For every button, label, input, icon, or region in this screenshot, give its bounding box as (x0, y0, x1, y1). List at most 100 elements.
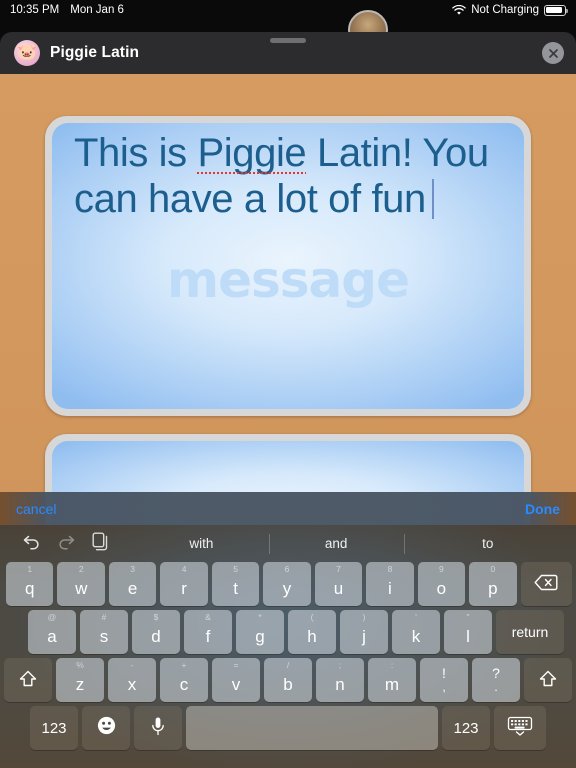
key-s[interactable]: # s (80, 610, 128, 654)
key-h[interactable]: (h (288, 610, 336, 654)
key-k[interactable]: ' k (392, 610, 440, 654)
app-icon: 🐷 (14, 40, 40, 66)
key-exclamation-comma[interactable]: !, (420, 658, 468, 702)
suggestion-item[interactable]: and (269, 536, 404, 551)
status-time: 10:35 PM (10, 4, 60, 16)
key-label-bottom: , (442, 680, 446, 695)
key-label: s (99, 627, 109, 646)
backspace-key[interactable] (520, 562, 572, 606)
key-hint: 5 (233, 564, 238, 574)
key-label: w (75, 579, 88, 598)
key-p[interactable]: 0p (469, 562, 517, 606)
key-hint: & (205, 612, 211, 622)
emoji-icon (96, 715, 117, 741)
key-hint: + (181, 660, 187, 670)
text-segment-before: This is (74, 131, 198, 175)
misspelled-word[interactable]: Piggie (197, 131, 306, 175)
space-key[interactable] (186, 706, 438, 750)
emoji-key[interactable] (82, 706, 130, 750)
key-c[interactable]: + c (160, 658, 208, 702)
key-f[interactable]: & f (184, 610, 232, 654)
key-label: n (335, 675, 345, 694)
key-label-top: ! (442, 665, 446, 682)
key-hint: ; (338, 660, 342, 670)
key-hint: 7 (336, 564, 341, 574)
microphone-key[interactable] (134, 706, 182, 750)
battery-icon (544, 4, 569, 16)
key-v[interactable]: = v (212, 658, 260, 702)
key-o[interactable]: 9o (417, 562, 466, 606)
keyboard-dismiss-key[interactable] (494, 706, 546, 750)
key-g[interactable]: * g (236, 610, 284, 654)
key-z[interactable]: % z (56, 658, 104, 702)
status-bar: 10:35 PM Mon Jan 6 Not Charging (0, 0, 576, 20)
key-hint: : (390, 660, 394, 670)
status-bar-left: 10:35 PM Mon Jan 6 (10, 4, 124, 16)
key-i[interactable]: 8i (366, 562, 414, 606)
app-title: Piggie Latin (50, 44, 140, 61)
undo-icon[interactable] (22, 533, 41, 555)
key-label: o (436, 579, 447, 598)
key-a[interactable]: @ a (28, 610, 76, 654)
key-b[interactable]: / b (264, 658, 312, 702)
key-label: h (307, 627, 317, 646)
shift-icon (538, 669, 558, 692)
key-e[interactable]: 3e (108, 562, 157, 606)
key-label: z (75, 675, 85, 694)
charging-status: Not Charging (471, 4, 539, 16)
keyboard-region: cancel Done with and to 1 q 2 w 3 e 4 r … (0, 492, 576, 768)
key-t[interactable]: 5t (211, 562, 260, 606)
key-label: r (181, 579, 187, 598)
key-q[interactable]: 1q (6, 562, 54, 606)
onscreen-keyboard: with and to 1q 2w 3e 4r 5t 6y 7u 8i 9o 0… (0, 525, 576, 768)
key-label: u (333, 579, 344, 598)
text-caret (431, 178, 434, 219)
key-x[interactable]: -x (108, 658, 156, 702)
key-l[interactable]: " l (444, 610, 492, 654)
key-r[interactable]: 4r (160, 562, 208, 606)
key-label: q (25, 579, 35, 598)
backspace-icon (534, 574, 558, 594)
shift-key-left[interactable] (4, 658, 52, 702)
numeric-key-left[interactable]: 123 (30, 706, 78, 750)
microphone-icon (151, 716, 165, 740)
key-y[interactable]: 6y (263, 562, 311, 606)
key-label: b (283, 675, 293, 694)
key-j[interactable]: ) j (340, 610, 388, 654)
key-m[interactable]: :m (368, 658, 416, 702)
key-hint: 9 (439, 564, 444, 574)
key-d[interactable]: $ d (132, 610, 180, 654)
redo-icon[interactable] (57, 533, 76, 555)
cancel-button[interactable]: cancel (16, 501, 56, 517)
numeric-key-right[interactable]: 123 (442, 706, 490, 750)
done-button[interactable]: Done (525, 501, 560, 517)
key-hint: 0 (490, 564, 496, 574)
key-w[interactable]: 2w (57, 562, 105, 606)
key-n[interactable]: ; n (316, 658, 364, 702)
suggestion-item[interactable]: with (134, 536, 269, 551)
key-hint: ' (415, 612, 417, 622)
message-card[interactable]: This is Piggie Latin! You can have a lot… (45, 116, 531, 416)
wifi-icon (452, 4, 466, 16)
keyboard-accessory-bar: cancel Done (0, 492, 576, 525)
key-hint: = (233, 660, 239, 670)
key-label: v (231, 675, 241, 694)
key-label: c (179, 675, 189, 694)
key-label: f (205, 627, 211, 646)
key-u[interactable]: 7u (314, 562, 363, 606)
status-bar-right: Not Charging (452, 4, 569, 16)
watermark-placeholder: message (167, 251, 410, 309)
message-input-area[interactable]: This is Piggie Latin! You can have a lot… (52, 123, 524, 409)
key-question-period[interactable]: ?. (472, 658, 520, 702)
key-label: j (362, 627, 366, 646)
shift-key-right[interactable] (524, 658, 572, 702)
key-label: a (47, 627, 57, 646)
suggestion-item[interactable]: to (404, 536, 572, 551)
paste-icon[interactable] (92, 532, 109, 556)
key-hint: 4 (181, 564, 187, 574)
return-key[interactable]: return (496, 610, 564, 654)
predictive-text-bar: with and to (4, 525, 572, 562)
key-hint: 6 (284, 564, 290, 574)
close-button[interactable] (542, 42, 564, 64)
key-hint: - (130, 660, 134, 670)
